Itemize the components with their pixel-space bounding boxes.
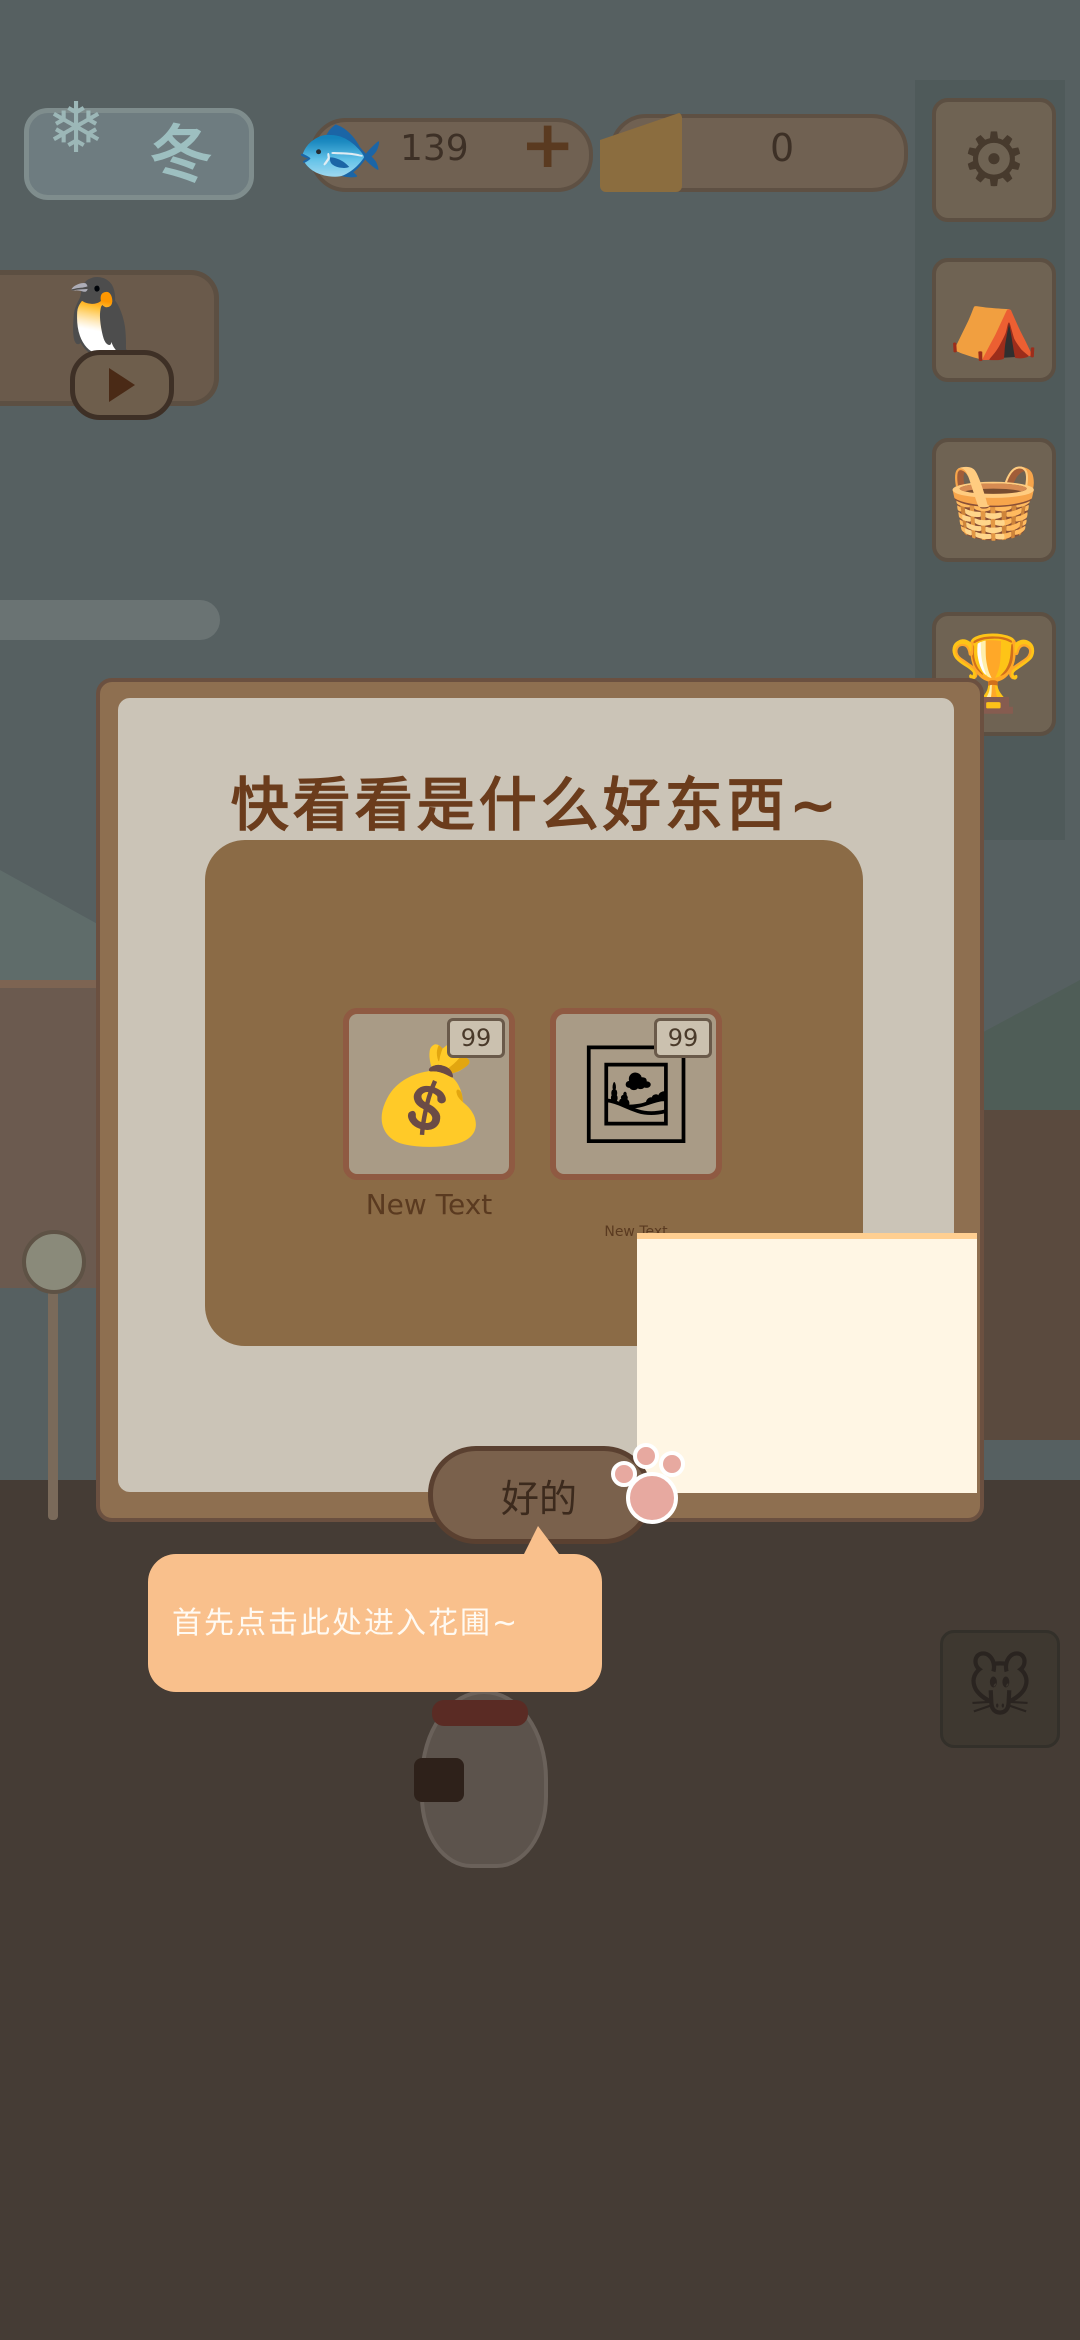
dialog-title: 快看看是什么好东西~	[230, 771, 842, 839]
lamp-post	[48, 1260, 58, 1520]
tutorial-highlight-edge	[637, 1233, 977, 1239]
play-icon	[109, 368, 135, 402]
item-name: New Text	[365, 1188, 493, 1221]
character-bag	[414, 1758, 464, 1802]
cheese-count: 0	[770, 126, 795, 170]
basket-icon[interactable]: 🧺	[932, 438, 1056, 562]
gear-icon[interactable]: ⚙	[932, 98, 1056, 222]
tutorial-tip-text: 首先点击此处进入花圃~	[172, 1606, 520, 1641]
lamp-head	[22, 1230, 86, 1294]
season-label: 冬	[150, 118, 213, 191]
character-scarf	[432, 1700, 528, 1726]
add-fish-button[interactable]: +	[520, 112, 575, 178]
reward-item[interactable]: 🖼 99	[550, 1008, 722, 1180]
paw-icon	[611, 1443, 685, 1524]
market-stall-icon[interactable]: ⛺	[932, 258, 1056, 382]
cloud	[0, 600, 220, 640]
fish-bone-icon: 🐟	[295, 105, 385, 190]
play-video-button[interactable]	[70, 350, 174, 420]
reward-item[interactable]: 💰 99	[343, 1008, 515, 1180]
fish-count: 139	[400, 128, 469, 169]
item-count-badge: 99	[447, 1018, 505, 1058]
item-count-badge: 99	[654, 1018, 712, 1058]
snow-tree-icon: ❄	[46, 87, 106, 169]
mouse-shopkeeper-icon[interactable]: 🐭	[940, 1630, 1060, 1748]
confirm-label: 好的	[501, 1476, 578, 1521]
